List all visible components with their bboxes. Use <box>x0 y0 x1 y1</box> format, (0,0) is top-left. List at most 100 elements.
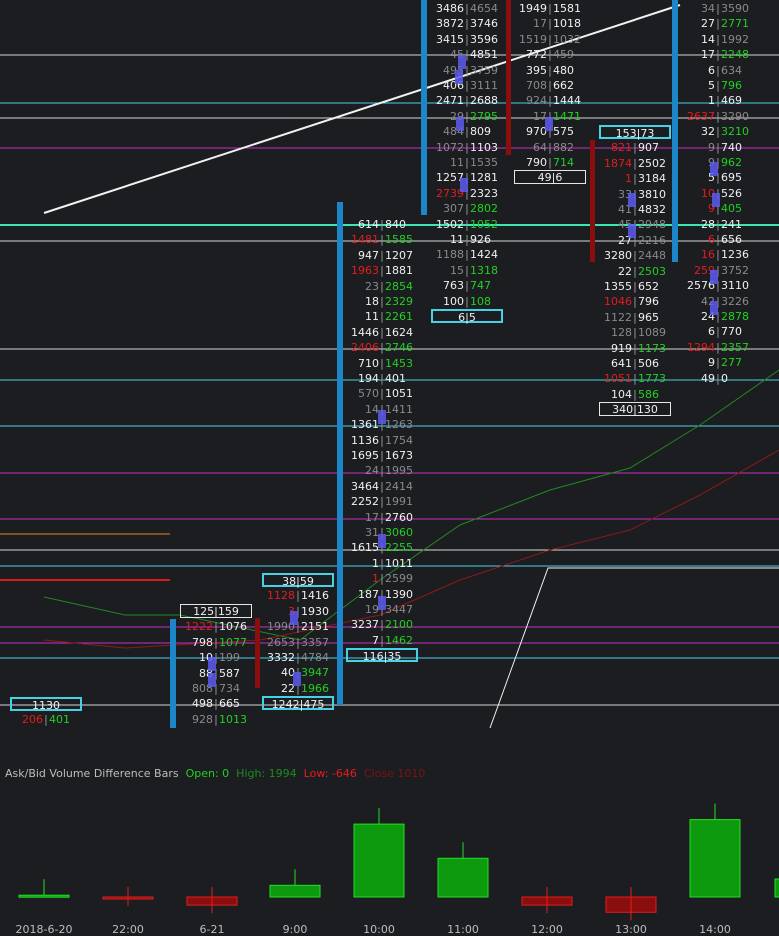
bid-value: 1 <box>372 556 379 570</box>
ask-value: 714 <box>553 156 574 169</box>
footprint-cell: 11|2261 <box>342 309 422 324</box>
ask-value: 1318 <box>470 263 498 277</box>
footprint-cell: 710|1453 <box>342 356 422 371</box>
footprint-cell: 498|665 <box>176 696 256 711</box>
ask-value: 2760 <box>385 510 413 524</box>
bid-value: 947 <box>358 248 379 262</box>
bid-value: 100 <box>443 294 464 308</box>
ask-value: 4784 <box>301 651 329 664</box>
ask-value: 2255 <box>385 541 413 555</box>
ask-value: 2503 <box>638 264 666 278</box>
footprint-cell: 1695|1673 <box>342 448 422 463</box>
footprint-cell: 495|3759 <box>427 63 507 78</box>
footprint-cell: 1874|2502 <box>595 156 675 171</box>
indicator-panel[interactable] <box>0 760 779 935</box>
bid-value: 1051 <box>604 372 632 386</box>
ask-value: 3752 <box>721 263 749 277</box>
footprint-cell: 406|3111 <box>427 78 507 93</box>
ask-value: 3184 <box>638 172 666 186</box>
bid-value: 307 <box>443 202 464 216</box>
poc-marker <box>710 162 718 176</box>
footprint-cell: 22|2503 <box>595 264 675 279</box>
bid-value: 17 <box>365 510 379 524</box>
footprint-cell: 24|1995 <box>342 463 422 478</box>
indicator-open: Open: 0 <box>185 767 230 780</box>
ask-value: 2802 <box>470 202 498 216</box>
bid-value: 9 <box>708 356 715 370</box>
footprint-cell: 11|926 <box>427 232 507 247</box>
bid-value: 919 <box>611 341 632 355</box>
bid-value: 710 <box>358 356 379 370</box>
bid-value: 41 <box>618 203 632 216</box>
bid-value: 27 <box>618 233 632 247</box>
footprint-cell: 1188|1424 <box>427 247 507 262</box>
footprint-cell: 919|1173 <box>595 341 675 356</box>
footprint-cell: 206|401 <box>6 712 86 727</box>
poc-marker <box>545 117 553 131</box>
bid-value: 2471 <box>436 94 464 108</box>
footprint-cell: 928|1013 <box>176 712 256 727</box>
footprint-cell: 23|2854 <box>342 279 422 294</box>
indicator-bars <box>18 803 779 921</box>
bid-value: 33 <box>618 187 632 201</box>
imbalance-box: 49|6 <box>514 170 586 185</box>
ask-value: 2878 <box>721 310 749 323</box>
time-axis-label: 13:00 <box>615 923 647 936</box>
footprint-cell: 1128|1416 <box>258 588 338 603</box>
ask-value: 2100 <box>385 618 413 632</box>
footprint-cell: 11|1535 <box>427 155 507 170</box>
poc-marker <box>290 611 298 625</box>
ask-value: 1207 <box>385 248 413 262</box>
bid-value: 3332 <box>267 651 295 664</box>
bid-value: 23 <box>365 279 379 293</box>
bid-value: 104 <box>611 387 632 401</box>
footprint-cell: 9|962 <box>678 155 758 170</box>
footprint-cell: 49|0 <box>678 371 758 386</box>
footprint-cell: 614|840 <box>342 217 422 232</box>
ask-value: 3111 <box>470 79 498 92</box>
footprint-cell: 128|1089 <box>595 325 675 340</box>
bid-value: 1874 <box>604 156 632 170</box>
footprint-cell: 17|1018 <box>510 16 590 31</box>
bid-value: 614 <box>358 218 379 231</box>
bid-value: 194 <box>358 372 379 385</box>
bid-value: 1257 <box>436 171 464 185</box>
trendline-white-2 <box>489 567 779 729</box>
footprint-cell: 16|1236 <box>678 247 758 262</box>
footprint-cell: 1990|2151 <box>258 619 338 634</box>
footprint-cell: 307|2802 <box>427 201 507 216</box>
bid-value: 6 <box>708 63 715 77</box>
imbalance-box: 153|73 <box>599 125 671 140</box>
poc-marker <box>293 672 301 686</box>
poc-marker <box>628 224 636 238</box>
bid-value: 1361 <box>351 418 379 432</box>
bid-value: 1446 <box>351 325 379 339</box>
ask-value: 1416 <box>301 589 329 603</box>
footprint-cell: 6|634 <box>678 63 758 78</box>
ask-value: 3290 <box>721 109 749 123</box>
ask-value: 1411 <box>385 402 413 416</box>
ask-value: 401 <box>385 372 406 385</box>
ask-value: 2948 <box>638 218 666 232</box>
bid-value: 763 <box>443 279 464 293</box>
bid-value: 498 <box>192 697 213 711</box>
indicator-close: Close 1010 <box>363 767 426 780</box>
ask-value: 2854 <box>385 279 413 293</box>
imbalance-box: 38|59 <box>262 573 334 588</box>
poc-marker <box>712 193 720 207</box>
bid-value: 27 <box>701 17 715 31</box>
bid-value: 1963 <box>351 264 379 278</box>
ask-value: 3210 <box>721 125 749 139</box>
ask-value: 1930 <box>301 604 329 618</box>
volume-diff-bar <box>437 857 489 898</box>
footprint-cell: 708|662 <box>510 78 590 93</box>
ask-value: 734 <box>219 682 240 695</box>
footprint-cell: 10|199 <box>176 650 256 665</box>
ask-value: 1773 <box>638 372 666 386</box>
price-chart-area[interactable]: 1130 206|401 125|159 1222|1076 798|1077 10|19… <box>0 0 779 760</box>
bid-value: 24 <box>365 464 379 478</box>
bid-value: 17 <box>533 17 547 31</box>
poc-marker <box>208 657 216 671</box>
footprint-cell: 570|1051 <box>342 386 422 401</box>
ask-value: 401 <box>49 713 70 727</box>
